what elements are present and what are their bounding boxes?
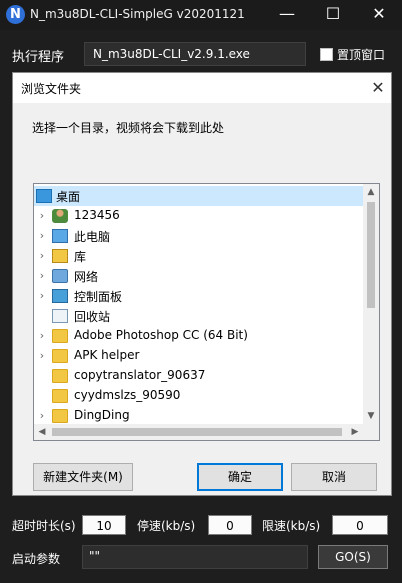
exec-path-input[interactable]: N_m3u8DL-CLI_v2.9.1.exe	[84, 42, 306, 66]
timeout-label: 超时时长(s)	[12, 519, 76, 533]
folder-icon	[52, 409, 68, 423]
tree-item[interactable]: 桌面	[34, 186, 363, 206]
tree-item-label: Adobe Photoshop CC (64 Bit)	[74, 328, 248, 342]
minimize-button[interactable]: —	[264, 0, 310, 30]
tree-item-label: copytranslator_90637	[74, 368, 206, 382]
expand-chevron-icon[interactable]: ›	[36, 206, 48, 226]
recycle-bin-icon	[52, 309, 68, 323]
scroll-right-icon[interactable]: ▶	[347, 424, 363, 440]
stop-speed-input[interactable]: 0	[208, 515, 252, 535]
tree-item[interactable]: › Adobe Photoshop CC (64 Bit)	[34, 326, 363, 346]
expand-chevron-icon[interactable]: ›	[36, 346, 48, 366]
dialog-instruction: 选择一个目录，视频将会下载到此处	[32, 121, 225, 135]
go-button[interactable]: GO(S)	[318, 545, 388, 569]
scroll-down-icon[interactable]: ▼	[363, 408, 379, 424]
dialog-close-icon[interactable]: ✕	[365, 75, 391, 101]
library-icon	[52, 249, 68, 263]
dialog-title: 浏览文件夹	[21, 82, 82, 96]
network-icon	[52, 269, 68, 283]
expand-chevron-icon[interactable]: ›	[36, 406, 48, 426]
scroll-left-icon[interactable]: ◀	[34, 424, 50, 440]
folder-icon	[52, 389, 68, 403]
tree-item-label: 库	[74, 250, 87, 264]
tree-item[interactable]: cyydmslzs_90590	[34, 386, 363, 406]
limit-speed-input[interactable]: 0	[332, 515, 388, 535]
tree-item[interactable]: › DingDing	[34, 406, 363, 426]
maximize-button[interactable]: ☐	[310, 0, 356, 30]
tree-item-label: cyydmslzs_90590	[74, 388, 181, 402]
tree-item[interactable]: › 此电脑	[34, 226, 363, 246]
new-folder-button[interactable]: 新建文件夹(M)	[33, 463, 133, 491]
tree-item-label: 控制面板	[74, 290, 123, 304]
tree-item[interactable]: › 网络	[34, 266, 363, 286]
folder-icon	[52, 369, 68, 383]
topmost-label: 置顶窗口	[337, 48, 386, 62]
tree-item[interactable]: copytranslator_90637	[34, 366, 363, 386]
tree-item-label: APK helper	[74, 348, 140, 362]
tree-item-label: 回收站	[74, 310, 111, 324]
desktop-icon	[36, 189, 52, 203]
horizontal-scroll-thumb[interactable]	[52, 428, 342, 436]
timeout-input[interactable]: 10	[82, 515, 126, 535]
expand-chevron-icon[interactable]: ›	[36, 226, 48, 246]
tree-item[interactable]: › 123456	[34, 206, 363, 226]
expand-chevron-icon[interactable]: ›	[36, 286, 48, 306]
expand-chevron-icon[interactable]: ›	[36, 266, 48, 286]
expand-chevron-icon[interactable]: ›	[36, 246, 48, 266]
folder-icon	[52, 329, 68, 343]
control-panel-icon	[52, 289, 68, 303]
limit-speed-label: 限速(kb/s)	[262, 519, 321, 533]
tree-item-label: 桌面	[56, 190, 81, 204]
tree-item[interactable]: › 控制面板	[34, 286, 363, 306]
folder-icon	[52, 349, 68, 363]
tree-item-label: 123456	[74, 208, 120, 222]
user-icon	[52, 209, 68, 223]
tree-item-label: DingDing	[74, 408, 130, 422]
folder-tree[interactable]: 桌面 › 123456 › 此电脑 › 库 › 网络 › 控制面板 回收站 › Adobe Photosh…	[33, 183, 380, 441]
args-input[interactable]: ""	[82, 545, 308, 569]
ok-button[interactable]: 确定	[197, 463, 283, 491]
args-label: 启动参数	[12, 552, 61, 566]
tree-item[interactable]: › 库	[34, 246, 363, 266]
expand-chevron-icon[interactable]: ›	[36, 326, 48, 346]
tree-item-label: 网络	[74, 270, 99, 284]
scroll-up-icon[interactable]: ▲	[363, 184, 379, 200]
stop-speed-label: 停速(kb/s)	[137, 519, 196, 533]
topmost-checkbox[interactable]	[320, 48, 333, 61]
browse-folder-dialog: 浏览文件夹 ✕ 选择一个目录，视频将会下载到此处 桌面 › 123456 › 此电脑 › 库…	[12, 72, 392, 496]
tree-item[interactable]: › APK helper	[34, 346, 363, 366]
close-button[interactable]: ✕	[356, 0, 402, 30]
vertical-scroll-thumb[interactable]	[367, 202, 375, 308]
window-title: N_m3u8DL-CLI-SimpleG v20201121	[30, 7, 245, 21]
cancel-button[interactable]: 取消	[291, 463, 377, 491]
app-logo-icon: N	[6, 5, 25, 24]
exec-label: 执行程序	[12, 50, 65, 65]
tree-item-label: 此电脑	[74, 230, 111, 244]
computer-icon	[52, 229, 68, 243]
tree-item[interactable]: 回收站	[34, 306, 363, 326]
